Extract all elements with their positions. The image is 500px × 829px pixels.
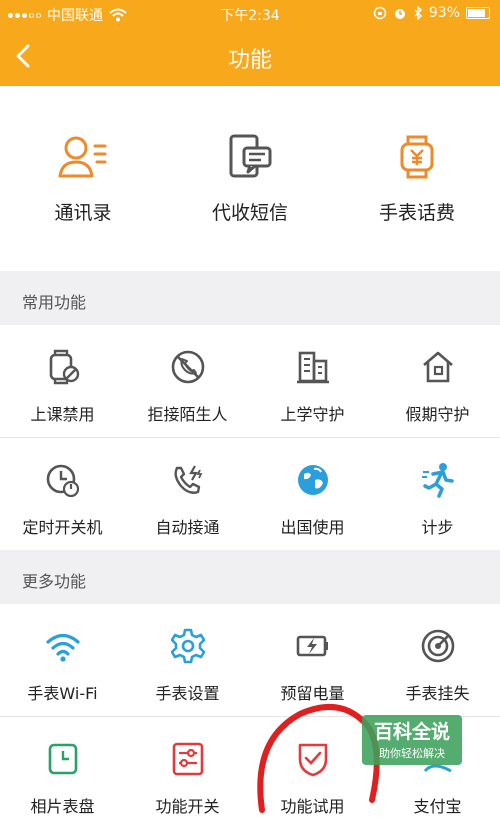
feature-label: 拒接陌生人 xyxy=(147,405,228,424)
feature-school-guard[interactable]: 上学守护 xyxy=(250,325,375,437)
status-time: 下午2:34 xyxy=(220,8,280,24)
report-loss-icon xyxy=(421,629,455,663)
status-bar: 中国联通 下午2:34 93% xyxy=(0,0,500,28)
feature-label: 手表挂失 xyxy=(405,684,470,703)
watermark-title: 百科全说 xyxy=(373,721,450,743)
abroad-icon xyxy=(298,465,328,495)
feature-label: 计步 xyxy=(421,518,454,537)
battery-icon xyxy=(466,7,490,19)
bluetooth-icon xyxy=(414,6,422,20)
auto-answer-icon xyxy=(174,465,203,494)
alarm-icon xyxy=(394,9,405,19)
top-features: 通讯录 代收短信 手表话费 xyxy=(0,86,500,271)
feature-switch-icon xyxy=(172,742,204,776)
top-item-contacts[interactable]: 通讯录 xyxy=(0,134,166,225)
feature-label: 出国使用 xyxy=(280,518,345,537)
settings-gear-icon xyxy=(171,628,205,664)
holiday-guard-icon xyxy=(423,351,453,383)
lock-rotation-icon xyxy=(373,6,387,20)
feature-label: 上课禁用 xyxy=(30,405,95,424)
watermark-badge: 百科全说 助你轻松解决 xyxy=(362,715,462,765)
section-title: 常用功能 xyxy=(22,293,87,312)
wifi-icon xyxy=(46,633,80,662)
top-item-label: 通讯录 xyxy=(54,202,112,224)
common-row-2: 定时开关机 自动接通 出国使用 计步 xyxy=(0,438,500,550)
nav-bar: 功能 xyxy=(0,28,500,86)
battery-reserve-icon xyxy=(296,635,328,657)
feature-abroad[interactable]: 出国使用 xyxy=(250,438,375,550)
pedometer-icon xyxy=(422,463,454,498)
section-header-common: 常用功能 xyxy=(0,271,500,325)
school-guard-icon xyxy=(297,351,329,384)
feature-photo-dial[interactable]: 相片表盘 xyxy=(0,717,125,829)
feature-label: 支付宝 xyxy=(413,797,462,816)
watermark-subtitle: 助你轻松解决 xyxy=(379,747,445,760)
timer-power-icon xyxy=(46,464,80,498)
top-item-label: 代收短信 xyxy=(211,202,288,224)
contacts-icon xyxy=(58,136,107,178)
feature-auto-answer[interactable]: 自动接通 xyxy=(125,438,250,550)
top-item-watch-fee[interactable]: 手表话费 xyxy=(334,134,500,225)
feature-settings[interactable]: 手表设置 xyxy=(125,604,250,716)
sms-icon xyxy=(229,134,272,178)
photo-dial-icon xyxy=(48,743,78,775)
feature-label: 假期守护 xyxy=(405,405,470,424)
feature-class-disable[interactable]: 上课禁用 xyxy=(0,325,125,437)
block-stranger-icon xyxy=(171,350,205,384)
watch-fee-icon xyxy=(400,135,434,179)
section-title: 更多功能 xyxy=(22,572,87,591)
class-disable-icon xyxy=(49,349,80,385)
feature-wifi[interactable]: 手表Wi-Fi xyxy=(0,604,125,716)
feature-label: 手表Wi-Fi xyxy=(27,684,98,703)
feature-label: 定时开关机 xyxy=(22,518,103,537)
common-row-1: 上课禁用 拒接陌生人 上学守护 假期守护 xyxy=(0,325,500,437)
feature-block-stranger[interactable]: 拒接陌生人 xyxy=(125,325,250,437)
feature-label: 相片表盘 xyxy=(30,797,95,816)
feature-pedometer[interactable]: 计步 xyxy=(375,438,500,550)
page-title: 功能 xyxy=(227,48,272,73)
feature-label: 手表设置 xyxy=(155,684,220,703)
top-item-label: 手表话费 xyxy=(378,202,455,224)
feature-holiday-guard[interactable]: 假期守护 xyxy=(375,325,500,437)
feature-label: 自动接通 xyxy=(155,518,220,537)
feature-report-loss[interactable]: 手表挂失 xyxy=(375,604,500,716)
section-header-more: 更多功能 xyxy=(0,550,500,604)
feature-feature-switch[interactable]: 功能开关 xyxy=(125,717,250,829)
feature-timer-power[interactable]: 定时开关机 xyxy=(0,438,125,550)
battery-percent: 93% xyxy=(428,5,460,21)
feature-label: 上学守护 xyxy=(280,405,345,424)
feature-label: 功能开关 xyxy=(155,797,220,816)
top-item-sms[interactable]: 代收短信 xyxy=(167,134,333,225)
